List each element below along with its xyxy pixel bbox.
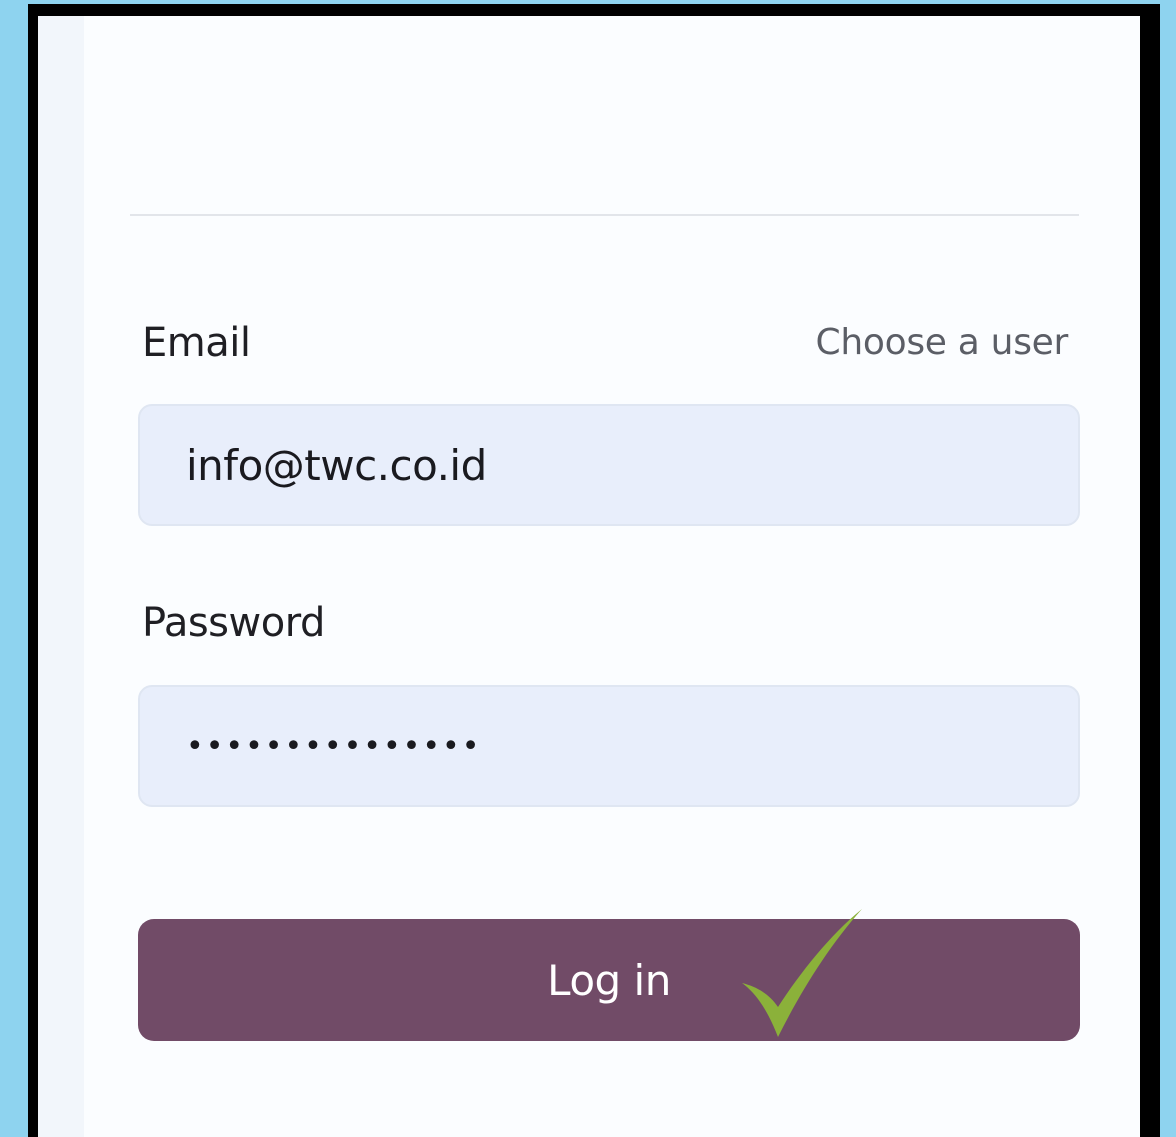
password-label: Password	[142, 600, 325, 646]
check-mark-icon	[742, 909, 862, 1037]
login-card: Email Choose a user info@twc.co.id Passw…	[38, 16, 1140, 1137]
header-divider	[130, 214, 1079, 216]
window-frame: Email Choose a user info@twc.co.id Passw…	[28, 4, 1160, 1137]
login-button[interactable]: Log in	[138, 919, 1080, 1041]
email-input[interactable]: info@twc.co.id	[138, 404, 1080, 526]
card-left-edge	[38, 16, 84, 1137]
choose-user-link[interactable]: Choose a user	[816, 322, 1069, 363]
password-input[interactable]: •••••••••••••••	[138, 685, 1080, 807]
email-label: Email	[142, 320, 251, 366]
